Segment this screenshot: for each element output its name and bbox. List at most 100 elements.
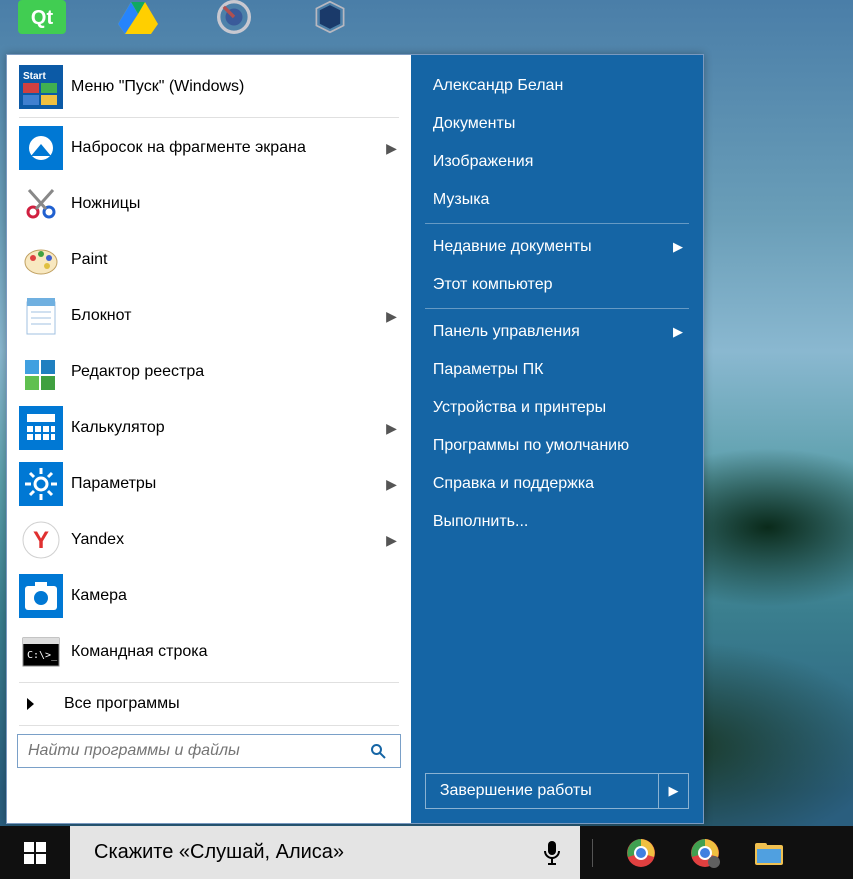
right-item-label: Документы	[433, 115, 683, 133]
left-item-start-menu[interactable]: Start Меню "Пуск" (Windows)	[9, 59, 409, 115]
desktop-icon-virtualbox[interactable]	[302, 0, 358, 34]
chevron-right-icon: ▶	[673, 239, 683, 255]
left-item-cmd[interactable]: C:\>_ Командная строка	[9, 624, 409, 680]
right-item-documents[interactable]: Документы	[411, 105, 703, 143]
start-button[interactable]	[0, 826, 70, 879]
right-item-label: Недавние документы	[433, 238, 673, 256]
right-item-pcsettings[interactable]: Параметры ПК	[411, 351, 703, 389]
left-item-regedit[interactable]: Редактор реестра	[9, 344, 409, 400]
settings-icon	[19, 462, 63, 506]
left-item-label: Блокнот	[71, 307, 386, 325]
microphone-icon[interactable]	[542, 839, 562, 867]
voice-search-placeholder: Скажите «Слушай, Алиса»	[94, 841, 542, 864]
left-item-label: Командная строка	[71, 643, 397, 661]
shutdown-more-button[interactable]: ▶	[659, 773, 689, 809]
start-menu-right-pane: Александр Белан Документы Изображения Музык…	[411, 55, 703, 823]
chevron-right-icon: ▶	[386, 420, 397, 437]
taskbar-separator	[592, 839, 593, 867]
chevron-right-icon	[27, 698, 34, 710]
chevron-right-icon: ▶	[386, 476, 397, 493]
left-item-snip[interactable]: Набросок на фрагменте экрана▶	[9, 120, 409, 176]
left-item-label: Камера	[71, 587, 397, 605]
right-item-defaults[interactable]: Программы по умолчанию	[411, 427, 703, 465]
paint-icon	[19, 238, 63, 282]
right-item-label: Параметры ПК	[433, 361, 683, 379]
right-item-help[interactable]: Справка и поддержка	[411, 465, 703, 503]
right-item-label: Панель управления	[433, 323, 673, 341]
yandex-icon: Y	[19, 518, 63, 562]
taskbar-app-chrome[interactable]	[609, 837, 673, 869]
regedit-icon	[19, 350, 63, 394]
right-item-label: Справка и поддержка	[433, 475, 683, 493]
search-box[interactable]	[17, 734, 401, 768]
right-item-label: Музыка	[433, 191, 683, 209]
voice-search-box[interactable]: Скажите «Слушай, Алиса»	[70, 826, 580, 879]
desktop-icon-krita[interactable]	[206, 0, 262, 34]
desktop-icon-qt[interactable]: Qt	[14, 0, 70, 34]
left-item-label: Yandex	[71, 531, 386, 549]
left-item-camera[interactable]: Камера	[9, 568, 409, 624]
start-menu-left-pane: Start Меню "Пуск" (Windows) Набросок на фр…	[7, 55, 411, 823]
svg-text:Start: Start	[23, 71, 46, 82]
chevron-right-icon: ▶	[386, 308, 397, 325]
right-item-control[interactable]: Панель управления▶	[411, 313, 703, 351]
left-item-yandex[interactable]: Y Yandex▶	[9, 512, 409, 568]
left-item-label: Ножницы	[71, 195, 397, 213]
left-item-label: Paint	[71, 251, 397, 269]
left-item-calculator[interactable]: Калькулятор▶	[9, 400, 409, 456]
notepad-icon	[19, 294, 63, 338]
svg-text:C:\>_: C:\>_	[27, 650, 58, 661]
svg-text:Y: Y	[33, 527, 49, 554]
right-item-label: Выполнить...	[433, 513, 683, 531]
right-item-music[interactable]: Музыка	[411, 181, 703, 219]
taskbar: Скажите «Слушай, Алиса»	[0, 826, 853, 879]
separator	[19, 682, 399, 683]
start-menu: Start Меню "Пуск" (Windows) Набросок на фр…	[6, 54, 704, 824]
snip-icon	[19, 126, 63, 170]
separator	[19, 117, 399, 118]
taskbar-app-explorer[interactable]	[737, 837, 801, 869]
shutdown-group: Завершение работы ▶	[425, 773, 689, 809]
left-item-label: Редактор реестра	[71, 363, 397, 381]
separator	[425, 308, 689, 309]
chevron-right-icon: ▶	[386, 140, 397, 157]
left-item-scissors[interactable]: Ножницы	[9, 176, 409, 232]
right-item-label: Изображения	[433, 153, 683, 171]
start-icon: Start	[19, 65, 63, 109]
taskbar-app-chrome-canary[interactable]	[673, 837, 737, 869]
scissors-icon	[19, 182, 63, 226]
desktop-icon-google-drive[interactable]	[110, 0, 166, 34]
chevron-right-icon: ▶	[386, 532, 397, 549]
right-item-label: Программы по умолчанию	[433, 437, 683, 455]
search-icon[interactable]	[370, 743, 400, 759]
camera-icon	[19, 574, 63, 618]
search-input[interactable]	[18, 735, 370, 767]
left-item-notepad[interactable]: Блокнот▶	[9, 288, 409, 344]
taskbar-apps	[580, 826, 801, 879]
calculator-icon	[19, 406, 63, 450]
all-programs[interactable]: Все программы	[9, 685, 409, 723]
right-item-pictures[interactable]: Изображения	[411, 143, 703, 181]
desktop-icons-row: Qt	[0, 0, 372, 34]
right-item-devices[interactable]: Устройства и принтеры	[411, 389, 703, 427]
left-item-paint[interactable]: Paint	[9, 232, 409, 288]
right-item-label: Устройства и принтеры	[433, 399, 683, 417]
right-item-label: Александр Белан	[433, 77, 683, 95]
left-item-settings[interactable]: Параметры▶	[9, 456, 409, 512]
shutdown-button[interactable]: Завершение работы	[425, 773, 659, 809]
right-item-thispc[interactable]: Этот компьютер	[411, 266, 703, 304]
right-item-user[interactable]: Александр Белан	[411, 67, 703, 105]
chevron-right-icon: ▶	[673, 324, 683, 340]
right-item-run[interactable]: Выполнить...	[411, 503, 703, 541]
separator	[19, 725, 399, 726]
all-programs-label: Все программы	[64, 695, 180, 713]
cmd-icon: C:\>_	[19, 630, 63, 674]
separator	[425, 223, 689, 224]
svg-text:Qt: Qt	[31, 7, 54, 29]
left-item-label: Меню "Пуск" (Windows)	[71, 78, 397, 96]
left-item-label: Параметры	[71, 475, 386, 493]
right-item-label: Этот компьютер	[433, 276, 683, 294]
right-item-recent[interactable]: Недавние документы▶	[411, 228, 703, 266]
left-item-label: Набросок на фрагменте экрана	[71, 139, 386, 157]
left-item-label: Калькулятор	[71, 419, 386, 437]
